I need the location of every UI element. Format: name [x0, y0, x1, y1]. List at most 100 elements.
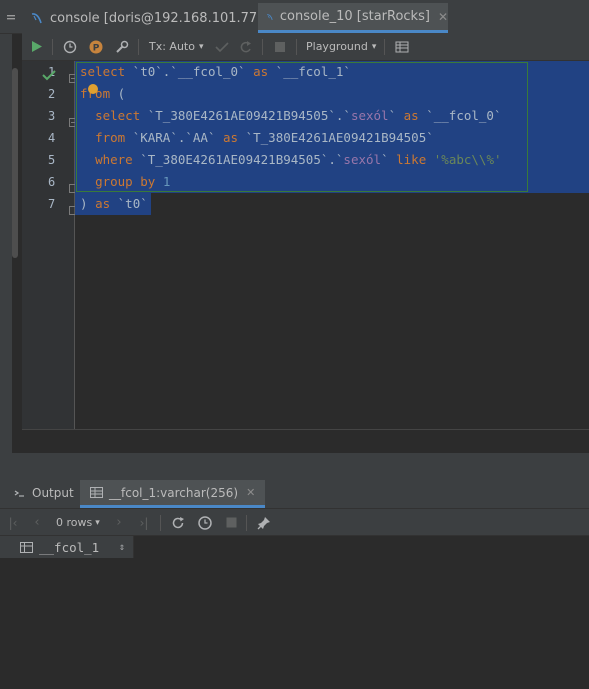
close-icon[interactable]: ✕ — [246, 486, 255, 499]
code-token: `__fcol_0` — [418, 108, 502, 123]
column-icon — [20, 541, 33, 553]
code-line: group by 1 — [80, 174, 170, 189]
divider — [52, 39, 53, 55]
code-token: as — [403, 108, 419, 123]
divider — [296, 39, 297, 55]
line-number: 5 — [48, 153, 56, 167]
line-number: 3 — [48, 109, 56, 123]
line-number-gutter: 1 2 3 4 5 6 7 — [22, 61, 78, 429]
query-history-icon[interactable] — [196, 514, 214, 531]
line-number: 4 — [48, 131, 56, 145]
code-token: from — [95, 130, 126, 145]
code-token: `__fcol_1` — [268, 64, 351, 79]
tab-label: console_10 [starRocks] — [279, 9, 430, 24]
code-token: where — [95, 152, 133, 167]
p-icon[interactable]: P — [88, 38, 104, 55]
divider — [384, 39, 385, 55]
divider — [246, 515, 247, 531]
code-token: select — [95, 108, 141, 123]
last-page-icon[interactable]: ›| — [136, 514, 152, 531]
chevron-down-icon: ▾ — [95, 517, 100, 528]
results-tab-bar: Output __fcol_1:varchar(256) ✕ — [0, 480, 589, 509]
console-icon — [267, 13, 273, 20]
panel-splitter[interactable] — [0, 453, 589, 480]
tab-label: console [doris@192.168.101.77] — [50, 10, 263, 26]
code-token: like — [396, 152, 427, 167]
divider — [160, 515, 161, 531]
rows-count-dropdown[interactable]: 0 rows ▾ — [56, 514, 112, 531]
line-number: 2 — [48, 87, 56, 101]
results-toolbar: |‹ ‹ 0 rows ▾ › ›| — [0, 509, 589, 536]
tab-output-label: Output — [32, 486, 74, 500]
playground-label: Playground — [306, 40, 368, 53]
line-number: 7 — [48, 197, 56, 211]
chevron-down-icon: ▾ — [371, 41, 377, 52]
code-line: from `KARA`.`AA` as `T_380E4261AE09421B9… — [80, 130, 434, 145]
code-token: select — [80, 64, 126, 79]
code-line: from ( — [80, 86, 125, 101]
code-line: ) as `t0` — [80, 196, 148, 211]
editor-horizontal-scroll[interactable] — [22, 429, 589, 454]
tab-result-label: __fcol_1:varchar(256) — [109, 485, 239, 500]
previous-page-icon[interactable]: ‹ — [30, 514, 44, 531]
divider — [262, 39, 263, 55]
column-header[interactable]: __fcol_1 ⇕ — [0, 536, 134, 558]
code-token: `T_380E4261AE09421B94505`.` — [140, 108, 351, 123]
code-token: `t0`.`__fcol_0` — [125, 64, 254, 79]
code-token: as — [95, 196, 111, 211]
code-line: select `T_380E4261AE09421B94505`.`sexól `… — [80, 108, 502, 123]
code-token: sexól — [350, 108, 389, 123]
code-token: 1 — [162, 174, 171, 189]
grid-icon[interactable] — [394, 38, 410, 55]
code-line: select `t0`.`__fcol_0` as `__fcol_1` — [80, 64, 351, 79]
code-token: '%abc\\%' — [433, 152, 502, 167]
close-icon[interactable]: ✕ — [438, 10, 448, 24]
tx-mode-label: Tx: Auto — [149, 40, 195, 53]
results-grid[interactable] — [0, 536, 589, 689]
wrench-icon[interactable] — [114, 38, 130, 55]
editor-scrollbar[interactable] — [12, 68, 18, 258]
code-token: `t0` — [110, 196, 148, 211]
editor-tab-bar: console [doris@192.168.101.77] ✕ console… — [0, 0, 589, 34]
pin-icon[interactable] — [256, 514, 272, 531]
code-token: ) — [80, 196, 96, 211]
stop-icon[interactable] — [224, 514, 238, 531]
line-number: 6 — [48, 175, 56, 189]
code-token: ` — [381, 152, 397, 167]
code-token: as — [253, 64, 269, 79]
chevron-down-icon: ▾ — [198, 41, 204, 52]
output-icon — [14, 488, 26, 498]
rollback-undo-icon[interactable] — [238, 38, 254, 55]
console-icon — [31, 13, 42, 24]
first-page-icon[interactable]: |‹ — [6, 514, 20, 531]
sort-icon[interactable]: ⇕ — [119, 542, 125, 553]
code-token: `T_380E4261AE09421B94505` — [238, 130, 434, 145]
commit-check-icon[interactable] — [214, 38, 230, 55]
tab-output[interactable]: Output — [14, 486, 74, 500]
column-header-label: __fcol_1 — [39, 539, 100, 555]
table-icon — [90, 487, 103, 498]
executed-statement-outline — [76, 62, 528, 192]
refresh-icon[interactable] — [170, 514, 186, 531]
tab-result-set[interactable]: __fcol_1:varchar(256) ✕ — [80, 480, 266, 508]
code-token: sexól — [343, 152, 382, 167]
hamburger-icon[interactable] — [0, 0, 22, 33]
playground-dropdown[interactable]: Playground ▾ — [306, 38, 376, 55]
transaction-mode-dropdown[interactable]: Tx: Auto ▾ — [149, 38, 205, 55]
stop-icon[interactable] — [272, 38, 288, 55]
next-page-icon[interactable]: › — [112, 514, 126, 531]
tab-console-doris[interactable]: console [doris@192.168.101.77] ✕ — [30, 4, 280, 32]
history-icon[interactable] — [62, 38, 78, 55]
code-line: where `T_380E4261AE09421B94505`.`sexól` … — [80, 152, 502, 167]
divider — [138, 39, 139, 55]
code-token: ( — [110, 86, 126, 101]
intention-bulb-icon[interactable] — [88, 84, 98, 94]
run-icon[interactable] — [30, 38, 44, 55]
svg-text:P: P — [93, 43, 100, 53]
tab-console-starrocks[interactable]: console_10 [starRocks] ✕ — [258, 3, 448, 33]
